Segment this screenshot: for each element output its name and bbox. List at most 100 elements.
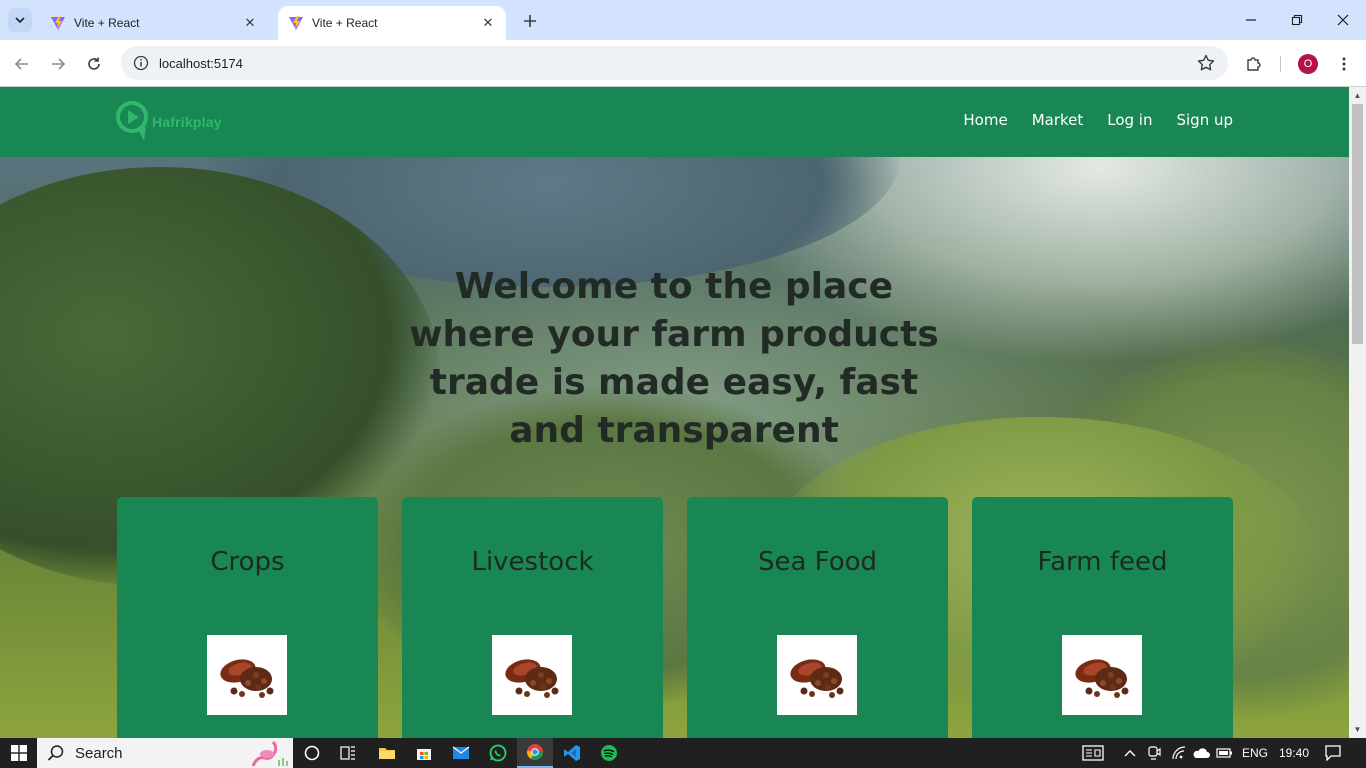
microsoft-store-button[interactable] [406, 738, 442, 768]
toolbar-divider [1280, 56, 1281, 72]
cocoa-beans-image [492, 635, 572, 715]
chevron-down-icon [15, 17, 25, 24]
info-icon[interactable] [133, 55, 149, 71]
arrow-left-icon [14, 58, 28, 70]
cocoa-beans-image [207, 635, 287, 715]
forward-button[interactable] [44, 50, 72, 78]
close-icon[interactable]: ✕ [242, 15, 258, 31]
spotify-icon [601, 745, 617, 761]
hero-title: Welcome to the place where your farm pro… [409, 266, 939, 451]
cocoa-beans-icon [220, 659, 274, 698]
restore-icon [1291, 14, 1303, 26]
news-icon [1082, 745, 1104, 761]
cocoa-beans-image [1062, 635, 1142, 715]
task-view-button[interactable] [294, 738, 330, 768]
minimize-button[interactable] [1228, 0, 1274, 40]
cortana-circle-icon [304, 745, 320, 761]
meet-now-icon[interactable] [1144, 738, 1164, 768]
close-window-button[interactable] [1320, 0, 1366, 40]
scroll-up-arrow-icon[interactable]: ▲ [1349, 87, 1366, 104]
plus-icon [524, 15, 536, 27]
close-icon[interactable]: ✕ [480, 15, 496, 31]
extensions-button[interactable] [1242, 52, 1266, 76]
browser-menu-button[interactable] [1332, 52, 1356, 76]
browser-toolbar: localhost:5174 O [0, 40, 1366, 87]
language-indicator[interactable]: ENG [1238, 738, 1272, 768]
nav-signup-link[interactable]: Sign up [1176, 111, 1233, 129]
windows-logo-icon [10, 745, 27, 761]
news-widget-button[interactable] [1078, 738, 1108, 768]
logo-text: Hafrikplay [152, 114, 222, 130]
nav-market-link[interactable]: Market [1032, 111, 1084, 129]
whatsapp-icon [489, 744, 507, 762]
chrome-button[interactable] [517, 738, 553, 768]
windows-taskbar: Search ENG 19:40 [0, 738, 1366, 768]
search-label: Search [75, 744, 123, 762]
scrollbar-thumb[interactable] [1352, 104, 1363, 344]
chevron-up-icon [1124, 750, 1136, 757]
start-button[interactable] [0, 738, 37, 768]
tab-title: Vite + React [74, 16, 140, 30]
arrow-right-icon [52, 58, 66, 70]
whatsapp-button[interactable] [480, 738, 516, 768]
vscode-icon [564, 745, 580, 761]
reload-button[interactable] [80, 50, 108, 78]
cocoa-beans-icon [790, 659, 844, 698]
folder-icon [379, 748, 395, 759]
notification-icon [1325, 745, 1341, 761]
file-explorer-button[interactable] [369, 738, 405, 768]
category-card-farm-feed[interactable]: Farm feed [972, 497, 1233, 738]
spotify-button[interactable] [591, 738, 627, 768]
nav-login-link[interactable]: Log in [1107, 111, 1152, 129]
card-title: Farm feed [1037, 547, 1168, 577]
task-view-button[interactable] [330, 738, 366, 768]
vscode-button[interactable] [554, 738, 590, 768]
restore-button[interactable] [1274, 0, 1320, 40]
category-card-crops[interactable]: Crops [117, 497, 378, 738]
vite-logo-icon [51, 16, 65, 30]
url-text[interactable]: localhost:5174 [159, 56, 1196, 71]
notifications-button[interactable] [1320, 738, 1346, 768]
mail-button[interactable] [443, 738, 479, 768]
category-card-sea-food[interactable]: Sea Food [687, 497, 948, 738]
profile-button[interactable]: O [1296, 52, 1320, 76]
bookmark-star-icon[interactable] [1196, 53, 1216, 73]
category-card-livestock[interactable]: Livestock [402, 497, 663, 738]
taskbar-search-box[interactable]: Search [37, 738, 293, 768]
site-logo[interactable]: Hafrikplay [116, 99, 236, 145]
page-scrollbar[interactable]: ▲ ▼ [1349, 87, 1366, 738]
browser-tab-active[interactable]: Vite + React ✕ [278, 6, 506, 40]
nav-home-link[interactable]: Home [963, 111, 1007, 129]
clock[interactable]: 19:40 [1276, 738, 1312, 768]
puzzle-icon [1247, 57, 1261, 71]
browser-tab-strip: Vite + React ✕ Vite + React ✕ [0, 0, 1366, 40]
more-vertical-icon [1342, 57, 1346, 71]
card-title: Livestock [471, 547, 594, 577]
show-hidden-icons-button[interactable] [1120, 738, 1140, 768]
wifi-icon[interactable] [1168, 738, 1190, 768]
avatar: O [1298, 54, 1318, 74]
cloud-icon [1193, 748, 1210, 758]
reload-icon [88, 57, 100, 70]
card-title: Sea Food [757, 547, 878, 577]
site-nav: Home Market Log in Sign up [963, 111, 1233, 129]
back-button[interactable] [8, 50, 36, 78]
scroll-down-arrow-icon[interactable]: ▼ [1349, 721, 1366, 738]
vite-logo-icon [289, 16, 303, 30]
flamingo-icon [251, 740, 288, 767]
play-logo-icon [116, 101, 148, 141]
new-tab-button[interactable] [518, 9, 542, 33]
cocoa-beans-image [777, 635, 857, 715]
browser-tab[interactable]: Vite + React ✕ [40, 6, 268, 40]
chrome-icon [526, 744, 543, 760]
onedrive-icon[interactable] [1190, 738, 1212, 768]
mail-icon [452, 746, 470, 759]
cocoa-beans-icon [505, 659, 559, 698]
tab-search-button[interactable] [8, 8, 32, 32]
minimize-icon [1246, 19, 1256, 21]
cocoa-beans-icon [1075, 659, 1129, 698]
site-header: Hafrikplay Home Market Log in Sign up [0, 87, 1349, 157]
tab-title: Vite + React [312, 16, 378, 30]
battery-icon[interactable] [1214, 738, 1236, 768]
address-bar[interactable]: localhost:5174 [121, 46, 1228, 80]
